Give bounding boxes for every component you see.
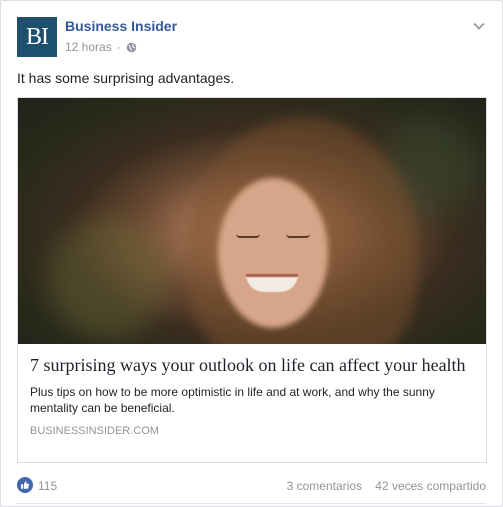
meta-separator: ·	[116, 40, 121, 54]
post-card: BI Business Insider 12 horas · It has so…	[0, 0, 503, 507]
globe-icon[interactable]	[126, 42, 137, 53]
post-timestamp[interactable]: 12 horas	[65, 40, 112, 54]
page-name-link[interactable]: Business Insider	[65, 18, 177, 34]
like-icon[interactable]	[17, 477, 33, 493]
post-header: BI Business Insider 12 horas ·	[17, 17, 490, 57]
post-footer: 115 3 comentarios 42 veces compartido	[17, 475, 486, 495]
like-count[interactable]: 115	[38, 479, 57, 493]
link-preview-image[interactable]	[18, 98, 486, 344]
post-message: It has some surprising advantages.	[17, 70, 235, 86]
shares-count[interactable]: 42 veces compartido	[375, 479, 486, 493]
link-preview-card[interactable]: 7 surprising ways your outlook on life c…	[17, 97, 487, 463]
link-description: Plus tips on how to be more optimistic i…	[30, 385, 435, 415]
comments-count[interactable]: 3 comentarios	[287, 479, 362, 493]
link-title[interactable]: 7 surprising ways your outlook on life c…	[30, 354, 474, 376]
post-meta: 12 horas ·	[65, 40, 137, 54]
footer-divider	[17, 503, 486, 504]
link-domain: BUSINESSINSIDER.COM	[30, 425, 159, 437]
link-preview-body: 7 surprising ways your outlook on life c…	[18, 344, 486, 447]
avatar[interactable]: BI	[17, 17, 57, 57]
chevron-down-icon[interactable]	[472, 19, 486, 33]
